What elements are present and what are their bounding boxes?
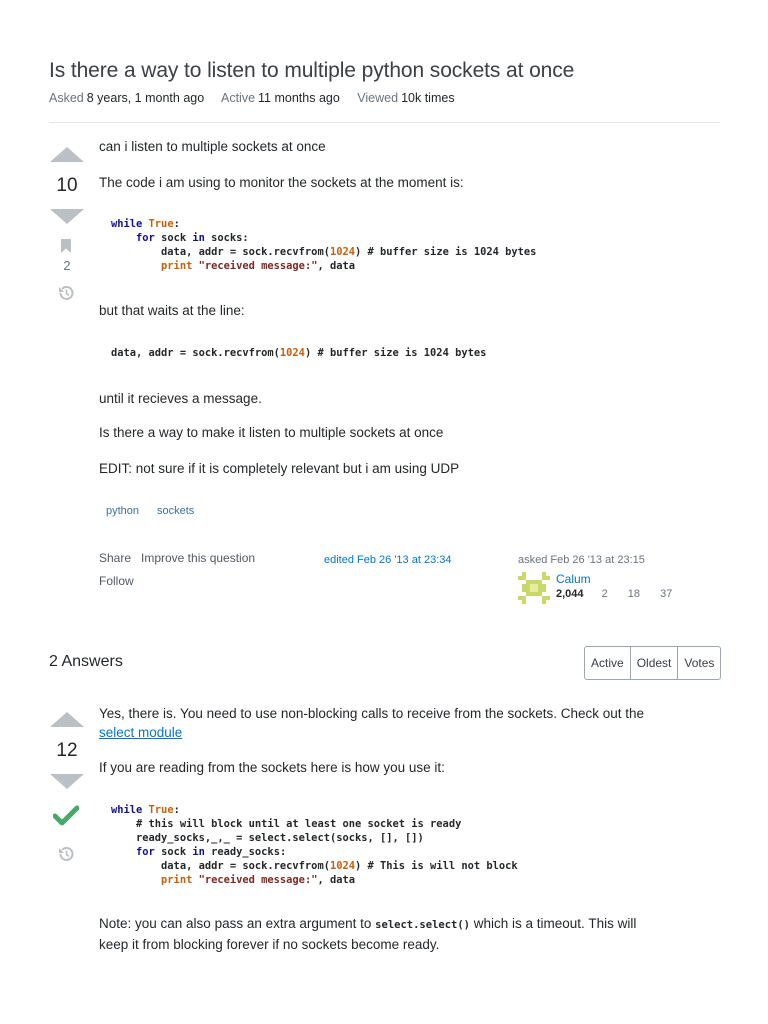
edited-timestamp-link[interactable]: edited Feb 26 '13 at 23:34 [324, 554, 451, 566]
answer-note-text-2: which is a timeout. This will [473, 916, 637, 931]
answer-paragraph-3: Note: you can also pass an extra argumen… [99, 914, 729, 954]
answer-inline-code: select.select() [375, 919, 470, 931]
active-value[interactable]: 11 months ago [258, 91, 340, 105]
question-title[interactable]: Is there a way to listen to multiple pyt… [49, 59, 574, 83]
user-name-link[interactable]: Calum [556, 572, 591, 586]
answer-note-text: Note: you can also pass an extra argumen… [99, 916, 372, 931]
viewed-label: Viewed [357, 91, 399, 105]
answer-vote-count: 12 [56, 740, 78, 761]
viewed-value: 10k times [401, 91, 455, 105]
question-upvote-button[interactable] [50, 147, 84, 162]
answer-note-text-3: keep it from blocking forever if no sock… [99, 937, 440, 952]
asked-timestamp: asked Feb 26 '13 at 23:15 [518, 554, 645, 566]
asked-label: Asked [49, 91, 84, 105]
question-paragraph-5: Is there a way to make it listen to mult… [99, 425, 444, 440]
bookmark-icon[interactable] [60, 238, 72, 254]
answer-upvote-button[interactable] [50, 712, 84, 727]
share-link[interactable]: Share [99, 551, 131, 565]
header-divider [49, 122, 720, 123]
accepted-check-icon [53, 805, 79, 826]
answers-count-heading: 2 Answers [49, 653, 123, 670]
question-vote-count: 10 [56, 175, 78, 196]
question-paragraph-1: can i listen to multiple sockets at once [99, 139, 326, 154]
user-identicon[interactable] [518, 572, 550, 604]
bookmark-count: 2 [63, 258, 71, 273]
gold-badge-count: 2 [601, 588, 608, 600]
answer-history-icon[interactable] [57, 845, 75, 863]
question-paragraph-2: The code i am using to monitor the socke… [99, 175, 464, 190]
answer-downvote-button[interactable] [50, 774, 84, 789]
question-code-block-2: data, addr = sock.recvfrom(1024) # buffe… [111, 347, 487, 359]
tag-sockets[interactable]: sockets [151, 503, 201, 519]
sort-active-button[interactable]: Active [585, 647, 631, 679]
active-label: Active [220, 91, 256, 105]
answer-paragraph-2: If you are reading from the sockets here… [99, 760, 445, 775]
bronze-badge-count: 37 [660, 588, 673, 600]
question-paragraph-4: until it recieves a message. [99, 391, 262, 406]
answer-paragraph-1-text: Yes, there is. You need to use non-block… [99, 706, 645, 721]
answer-paragraph-1: Yes, there is. You need to use non-block… [99, 704, 719, 742]
reputation-score: 2,044 [556, 588, 584, 600]
user-reputation: 2,044 2 18 37 [556, 588, 672, 600]
question-paragraph-3: but that waits at the line: [99, 303, 245, 318]
select-module-link[interactable]: select module [99, 725, 182, 740]
tag-python[interactable]: python [100, 503, 146, 519]
question-meta: Asked 8 years, 1 month ago Active 11 month… [49, 91, 469, 105]
silver-badge-count: 18 [627, 588, 641, 600]
answer-code-block: while True: # this will block until at l… [111, 804, 518, 886]
answer-sort-tabs: Active Oldest Votes [584, 646, 722, 680]
follow-link[interactable]: Follow [99, 574, 134, 588]
question-code-block-1: while True: for sock in socks: data, add… [111, 218, 537, 272]
sort-votes-button[interactable]: Votes [678, 647, 720, 679]
question-downvote-button[interactable] [50, 209, 84, 224]
question-paragraph-6: EDIT: not sure if it is completely relev… [99, 461, 460, 476]
improve-question-link[interactable]: Improve this question [141, 551, 255, 565]
asked-value[interactable]: 8 years, 1 month ago [87, 91, 204, 105]
sort-oldest-button[interactable]: Oldest [631, 647, 679, 679]
history-icon[interactable] [57, 284, 75, 302]
